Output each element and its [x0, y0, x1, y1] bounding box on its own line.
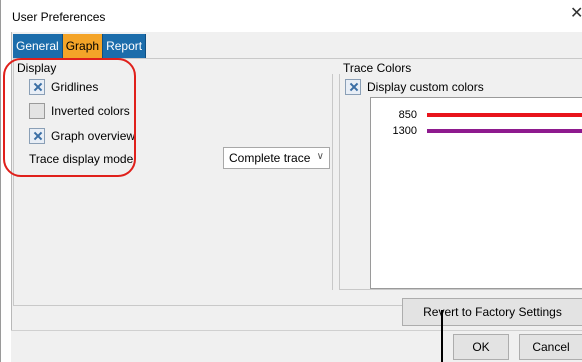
display-highlight-annotation — [3, 58, 136, 177]
trace-color-item[interactable]: 1300 — [383, 124, 582, 138]
ok-button[interactable]: OK — [453, 334, 509, 360]
window-title: User Preferences — [12, 10, 106, 24]
tab-report[interactable]: Report — [103, 34, 147, 58]
revert-to-factory-settings-button[interactable]: Revert to Factory Settings — [402, 298, 582, 326]
custom-colors-label: Display custom colors — [367, 80, 484, 94]
callout-pointer-line — [441, 310, 443, 362]
trace-color-list: 850 1300 — [370, 97, 582, 289]
trace-display-mode-value: Complete trace — [229, 151, 311, 165]
tab-general[interactable]: General — [13, 34, 63, 58]
user-preferences-dialog: User Preferences ✕ General Graph Report … — [0, 0, 582, 362]
trace-name: 850 — [398, 109, 417, 121]
cancel-button[interactable]: Cancel — [519, 334, 582, 360]
trace-colors-group-label: Trace Colors — [343, 61, 412, 75]
trace-color-item[interactable]: 850 — [383, 108, 582, 122]
chevron-down-icon: ∨ — [316, 151, 324, 162]
trace-color-swatch[interactable] — [427, 113, 582, 117]
title-bar: User Preferences ✕ — [1, 0, 582, 32]
trace-display-mode-select[interactable]: Complete trace ∨ — [223, 147, 330, 169]
custom-colors-checkbox[interactable] — [345, 79, 361, 95]
trace-name: 1300 — [392, 125, 417, 137]
tab-strip: General Graph Report — [13, 34, 147, 60]
custom-colors-row[interactable]: Display custom colors — [345, 78, 484, 96]
tab-graph[interactable]: Graph — [62, 34, 104, 60]
trace-color-swatch[interactable] — [427, 129, 582, 133]
close-icon[interactable]: ✕ — [570, 6, 582, 22]
